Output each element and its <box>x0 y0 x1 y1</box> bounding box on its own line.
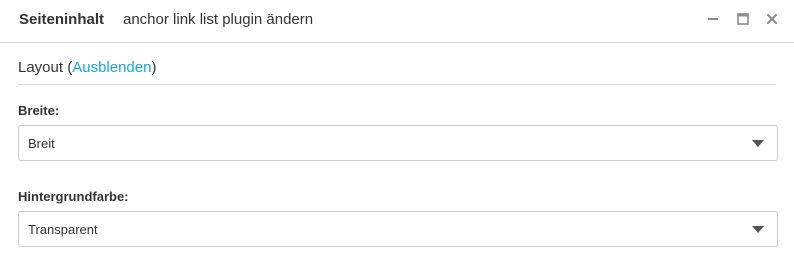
dialog-titlebar: Seiteninhalt anchor link list plugin änd… <box>0 0 794 43</box>
minimize-icon[interactable] <box>705 11 721 27</box>
chevron-down-icon <box>752 140 764 148</box>
width-select-value: Breit <box>28 136 55 151</box>
background-color-select[interactable]: Transparent <box>18 211 778 247</box>
width-label: Breite: <box>18 103 60 118</box>
dialog-subtitle: anchor link list plugin ändern <box>123 11 314 28</box>
close-icon[interactable] <box>764 11 780 27</box>
dialog-title: Seiteninhalt <box>19 11 105 28</box>
width-select[interactable]: Breit <box>18 125 778 161</box>
hide-section-link[interactable]: Ausblenden <box>72 59 151 76</box>
background-color-select-value: Transparent <box>28 222 98 237</box>
layout-section-header: Layout (Ausblenden) <box>18 59 156 76</box>
background-color-label: Hintergrundfarbe: <box>18 189 129 204</box>
section-divider <box>18 84 776 85</box>
section-close-paren: ) <box>151 59 157 76</box>
chevron-down-icon <box>752 226 764 234</box>
section-title: Layout <box>18 59 64 76</box>
maximize-icon[interactable] <box>735 11 751 27</box>
